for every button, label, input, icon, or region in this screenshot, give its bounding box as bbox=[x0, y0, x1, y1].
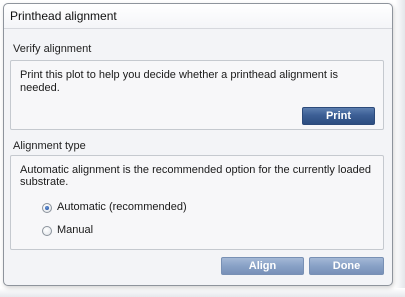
alignment-type-group: Alignment type Automatic alignment is th… bbox=[10, 132, 384, 250]
window-shadow-bottom bbox=[0, 288, 405, 297]
title-bar[interactable]: Printhead alignment bbox=[4, 4, 392, 29]
verify-alignment-panel: Print this plot to help you decide wheth… bbox=[10, 60, 384, 130]
alignment-description-line2: substrate. bbox=[20, 176, 69, 188]
manual-radio[interactable] bbox=[42, 226, 52, 236]
dialog-window: Printhead alignment Verify alignment Pri… bbox=[3, 3, 393, 286]
window-shadow-right bbox=[395, 0, 405, 297]
manual-radio-label[interactable]: Manual bbox=[57, 224, 93, 236]
alignment-type-panel: Automatic alignment is the recommended o… bbox=[10, 155, 384, 250]
window-title: Printhead alignment bbox=[10, 9, 117, 23]
alignment-description-line1: Automatic alignment is the recommended o… bbox=[20, 164, 371, 176]
done-button[interactable]: Done bbox=[309, 257, 384, 275]
alignment-type-heading: Alignment type bbox=[13, 140, 86, 152]
verify-description-line1: Print this plot to help you decide wheth… bbox=[20, 69, 338, 81]
automatic-radio-label[interactable]: Automatic (recommended) bbox=[57, 201, 187, 213]
automatic-radio[interactable] bbox=[42, 203, 52, 213]
verify-alignment-group: Verify alignment Print this plot to help… bbox=[10, 34, 384, 132]
align-button[interactable]: Align bbox=[221, 257, 304, 275]
verify-alignment-heading: Verify alignment bbox=[13, 43, 92, 55]
verify-description-line2: needed. bbox=[20, 82, 60, 94]
print-button[interactable]: Print bbox=[302, 107, 375, 125]
